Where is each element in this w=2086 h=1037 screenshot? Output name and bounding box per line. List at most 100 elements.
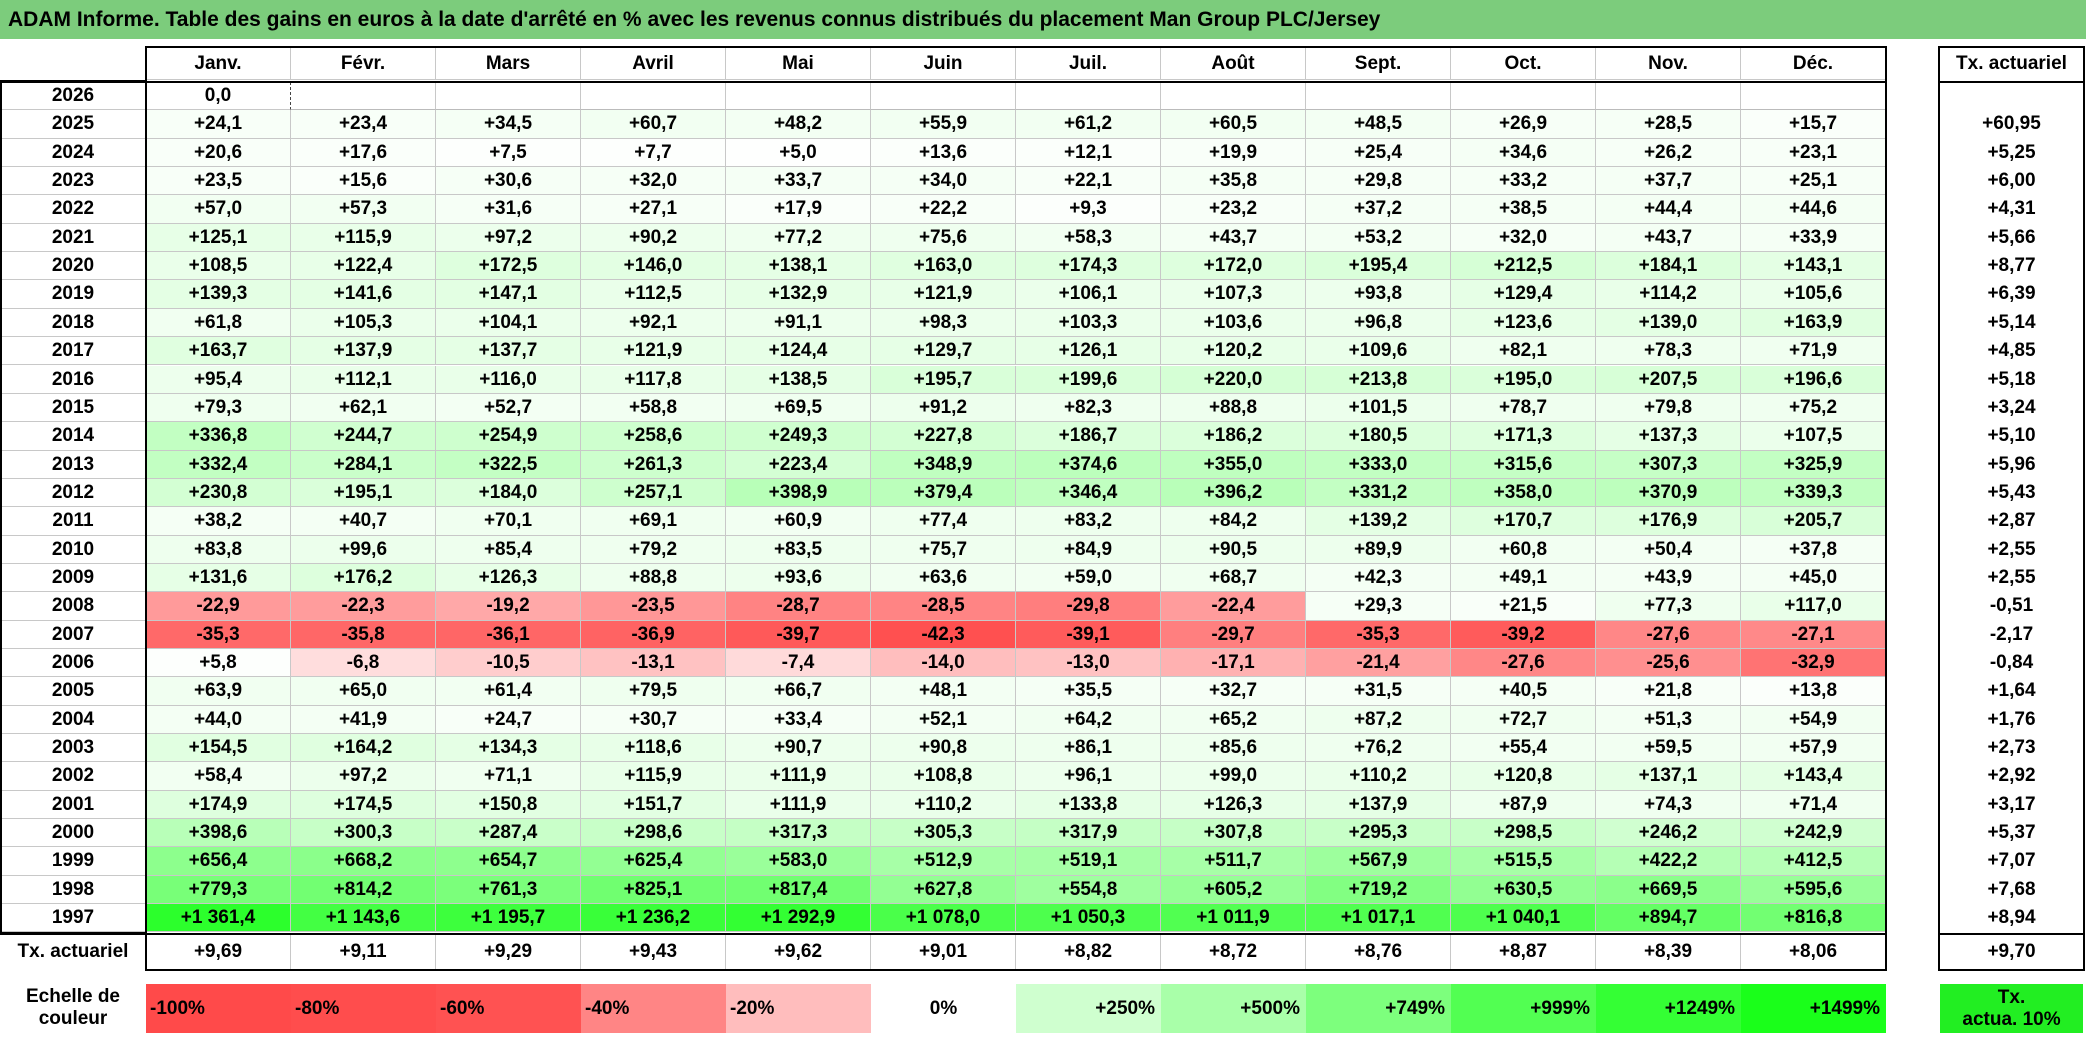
month-header[interactable]: Déc. [1741,48,1886,80]
row-rate: +1,76 [1987,708,2036,730]
table-cell: +150,8 [436,790,581,820]
table-cell: +116,0 [436,365,581,394]
table-cell: +99,0 [1161,762,1306,791]
table-cell: +112,1 [291,365,436,394]
table-cell: +120,2 [1161,337,1306,366]
table-cell: +258,6 [581,422,726,451]
footer-cell: +9,01 [871,934,1016,969]
table-cell: +57,3 [291,195,436,224]
table-cell: +176,9 [1596,507,1741,536]
footer-cell: +8,72 [1161,934,1306,969]
header-rule-rate [1940,81,2083,83]
table-cell: +13,6 [871,138,1016,168]
month-header[interactable]: Juil. [1016,48,1161,80]
rate-header[interactable]: Tx. actuariel [1940,48,2083,80]
table-cell: +82,3 [1016,393,1161,423]
month-header[interactable]: Sept. [1306,48,1451,80]
table-cell: +126,3 [436,563,581,593]
month-header[interactable]: Août [1161,48,1306,80]
footer-cell: +8,76 [1306,934,1451,969]
table-cell: +132,9 [726,280,871,309]
row-rate: +2,73 [1987,737,2036,759]
table-cell: +398,9 [726,478,871,508]
row-rate: -0,51 [1989,595,2034,617]
table-cell: +57,0 [146,195,291,224]
table-cell: +60,9 [726,507,871,536]
table-cell: +512,9 [871,847,1016,876]
table-cell: +89,9 [1306,535,1451,564]
table-cell: -35,3 [1306,620,1451,649]
table-cell: +27,1 [581,195,726,224]
table-cell: +32,7 [1161,677,1306,706]
table-cell: +24,7 [436,705,581,735]
table-cell: +34,5 [436,110,581,139]
month-header[interactable]: Mai [726,48,871,80]
table-cell: +83,5 [726,535,871,564]
row-year: 2014 [0,422,146,451]
table-cell: +70,1 [436,507,581,536]
table-cell: +123,6 [1451,308,1596,338]
table-cell [1596,82,1741,111]
table-cell: +163,9 [1741,308,1886,338]
table-cell: -13,1 [581,649,726,678]
table-cell: +43,9 [1596,563,1741,593]
table-cell: +63,9 [146,677,291,706]
table-cell: +261,3 [581,450,726,479]
month-header[interactable]: Nov. [1596,48,1741,80]
table-cell: +55,9 [871,110,1016,139]
footer-cell: +9,43 [581,934,726,969]
table-cell: +60,8 [1451,535,1596,564]
table-cell: +31,6 [436,195,581,224]
table-cell: +112,5 [581,280,726,309]
table-cell: +17,6 [291,138,436,168]
footer-cell: +8,87 [1451,934,1596,969]
row-rate: +7,68 [1987,878,2036,900]
month-header[interactable]: Oct. [1451,48,1596,80]
month-header[interactable]: Avril [581,48,726,80]
table-cell: -29,8 [1016,592,1161,621]
table-cell: +1 236,2 [581,904,726,933]
row-year: 2011 [0,507,146,536]
row-rate: +60,95 [1982,113,2041,135]
table-cell: +287,4 [436,819,581,848]
row-rate: +5,14 [1987,311,2036,333]
legend-swatch: -40% [581,984,726,1033]
month-header[interactable]: Févr. [291,48,436,80]
table-cell: +24,1 [146,110,291,139]
table-cell: +1 078,0 [871,904,1016,933]
table-cell: +21,5 [1451,592,1596,621]
table-cell: +107,3 [1161,280,1306,309]
table-cell: +43,7 [1161,223,1306,253]
table-cell: +82,1 [1451,337,1596,366]
table-cell: +146,0 [581,252,726,281]
table-cell: +22,1 [1016,167,1161,196]
table-cell: +23,5 [146,167,291,196]
table-cell: +213,8 [1306,365,1451,394]
table-cell: +61,2 [1016,110,1161,139]
table-cell: +51,3 [1596,705,1741,735]
table-cell: +34,0 [871,167,1016,196]
table-cell: +121,9 [581,337,726,366]
row-year: 2005 [0,677,146,706]
table-cell: +339,3 [1741,478,1886,508]
month-header[interactable]: Juin [871,48,1016,80]
table-cell: +19,9 [1161,138,1306,168]
month-header[interactable]: Mars [436,48,581,80]
row-rate: +6,39 [1987,283,2036,305]
table-cell: +5,0 [726,138,871,168]
table-cell [436,82,581,111]
month-header[interactable]: Janv. [146,48,291,80]
row-year: 2006 [0,649,146,678]
table-cell: +77,2 [726,223,871,253]
row-year: 2024 [0,139,146,168]
table-cell: +62,1 [291,393,436,423]
row-rate: -0,84 [1989,652,2034,673]
table-cell: -35,3 [146,620,291,649]
table-cell: +346,4 [1016,478,1161,508]
table-cell: +90,2 [581,223,726,253]
table-cell: +44,0 [146,705,291,735]
table-cell: +60,5 [1161,110,1306,139]
row-rate: +5,10 [1987,425,2036,447]
table-cell: +825,1 [581,875,726,905]
table-cell: +26,9 [1451,110,1596,139]
